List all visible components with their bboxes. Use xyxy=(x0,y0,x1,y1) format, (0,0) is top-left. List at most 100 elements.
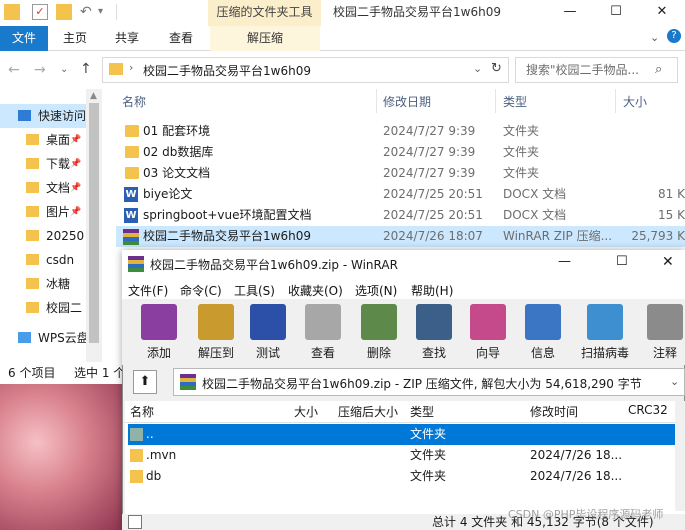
list-item[interactable]: .. 文件夹 xyxy=(128,424,685,445)
search-input[interactable]: 搜索"校园二手物品... xyxy=(515,57,678,83)
tab-file[interactable]: 文件 xyxy=(0,26,48,51)
sidebar-item[interactable]: csdn xyxy=(0,248,100,272)
sidebar-item[interactable]: WPS云盘 xyxy=(0,326,100,350)
file-type: DOCX 文档 xyxy=(503,208,567,222)
breadcrumb[interactable]: 校园二手物品交易平台1w6h09 xyxy=(143,62,311,79)
table-row[interactable]: 校园二手物品交易平台1w6h09 2024/7/26 18:07 WinRAR ZI… xyxy=(116,226,685,247)
table-row[interactable]: 02 db数据库 2024/7/27 9:39 文件夹 xyxy=(116,142,685,163)
desktop-wallpaper xyxy=(0,384,123,530)
winrar-icon xyxy=(128,256,144,272)
winrar-close-button[interactable]: ✕ xyxy=(662,254,674,270)
sidebar-item[interactable]: 冰糖 xyxy=(0,272,100,296)
sidebar-item[interactable]: 快速访问 xyxy=(0,104,100,128)
column-header-name[interactable]: 名称 xyxy=(122,93,146,110)
forward-arrow-icon[interactable]: → xyxy=(34,62,46,78)
column-header-type[interactable]: 类型 xyxy=(410,403,434,420)
column-header-packed[interactable]: 压缩后大小 xyxy=(338,403,398,420)
wizard-button[interactable]: 向导 xyxy=(463,302,513,362)
up-level-icon[interactable]: ⬆ xyxy=(133,370,157,394)
new-folder-icon[interactable] xyxy=(56,4,72,20)
chevron-down-icon[interactable]: ⌄ xyxy=(473,62,482,75)
sidebar-item[interactable]: 文档 📌 xyxy=(0,176,100,200)
table-row[interactable]: Wspringboot+vue环境配置文档 2024/7/25 20:51 DOCX… xyxy=(116,205,685,226)
refresh-icon[interactable]: ↻ xyxy=(491,61,502,76)
column-header-name[interactable]: 名称 xyxy=(130,403,154,420)
delete-button[interactable]: 删除 xyxy=(354,302,404,362)
column-header-date[interactable]: 修改日期 xyxy=(383,93,431,110)
menu-item[interactable]: 选项(N) xyxy=(355,282,397,299)
menu-item[interactable]: 文件(F) xyxy=(128,282,168,299)
undo-icon[interactable]: ↶ xyxy=(80,4,96,20)
archive-scrollbar[interactable] xyxy=(675,401,685,511)
sidebar-item[interactable]: 校园二 xyxy=(0,296,100,320)
menu-item[interactable]: 工具(S) xyxy=(234,282,275,299)
back-arrow-icon[interactable]: ← xyxy=(8,62,20,78)
menu-item[interactable]: 收藏夹(O) xyxy=(288,282,343,299)
up-arrow-icon[interactable]: ↑ xyxy=(80,61,92,77)
extract-to-button[interactable]: 解压到 xyxy=(191,302,241,362)
wizard-icon xyxy=(470,304,506,340)
test-button[interactable]: 测试 xyxy=(243,302,293,362)
find-icon xyxy=(416,304,452,340)
pin-icon: 📌 xyxy=(70,183,82,193)
tab-extract[interactable]: 解压缩 xyxy=(210,26,320,51)
folder-icon xyxy=(130,470,143,483)
tab-share[interactable]: 共享 xyxy=(115,26,139,51)
sidebar-item[interactable]: 桌面 📌 xyxy=(0,128,100,152)
drive-icon[interactable] xyxy=(128,515,142,529)
column-header-modified[interactable]: 修改时间 xyxy=(530,403,578,420)
winrar-minimize-button[interactable]: — xyxy=(558,254,571,269)
recent-chevron-icon[interactable]: ⌄ xyxy=(60,64,68,75)
add-icon xyxy=(141,304,177,340)
sidebar-item[interactable]: 下载 📌 xyxy=(0,152,100,176)
folder-icon xyxy=(109,63,123,75)
view-button[interactable]: 查看 xyxy=(298,302,348,362)
tool-label: 删除 xyxy=(366,346,391,360)
pin-icon: 📌 xyxy=(70,159,82,169)
tab-view[interactable]: 查看 xyxy=(169,26,193,51)
add-button[interactable]: 添加 xyxy=(134,302,184,362)
search-icon[interactable]: ⌕ xyxy=(655,62,662,77)
sidebar-item[interactable]: 20250 xyxy=(0,224,100,248)
chevron-down-icon[interactable]: ⌄ xyxy=(670,375,679,388)
winrar-path-bar[interactable]: 校园二手物品交易平台1w6h09.zip - ZIP 压缩文件, 解包大小为 5… xyxy=(173,368,685,396)
sidebar-item[interactable]: 图片 📌 xyxy=(0,200,100,224)
info-icon xyxy=(525,304,561,340)
file-name: 校园二手物品交易平台1w6h09 xyxy=(143,229,311,243)
window-title: 校园二手物品交易平台1w6h09 xyxy=(333,5,501,19)
scroll-up-icon[interactable]: ▲ xyxy=(90,91,97,101)
chevron-down-icon[interactable]: ▾ xyxy=(98,4,114,20)
address-bar[interactable]: › 校园二手物品交易平台1w6h09 ⌄ ↻ xyxy=(102,57,509,83)
column-header-type[interactable]: 类型 xyxy=(503,93,527,110)
tab-home[interactable]: 主页 xyxy=(63,26,87,51)
table-row[interactable]: Wbiye论文 2024/7/25 20:51 DOCX 文档 81 K xyxy=(116,184,685,205)
winrar-maximize-button[interactable]: ☐ xyxy=(616,254,628,269)
chevron-down-icon[interactable]: ⌄ xyxy=(650,31,659,44)
column-header-size[interactable]: 大小 xyxy=(294,403,318,420)
tool-label: 查找 xyxy=(421,346,446,360)
folder-icon xyxy=(125,146,139,158)
column-header-crc[interactable]: CRC32 xyxy=(628,403,668,417)
folder-icon xyxy=(130,449,143,462)
list-item[interactable]: db 文件夹 2024/7/26 18... xyxy=(128,466,685,487)
close-button[interactable]: ✕ xyxy=(639,0,685,26)
table-row[interactable]: 01 配套环境 2024/7/27 9:39 文件夹 xyxy=(116,121,685,142)
column-header-size[interactable]: 大小 xyxy=(623,93,647,110)
comment-button[interactable]: 注释 xyxy=(640,302,685,362)
table-row[interactable]: 03 论文文档 2024/7/27 9:39 文件夹 xyxy=(116,163,685,184)
virus-scan-button[interactable]: 扫描病毒 xyxy=(580,302,630,362)
minimize-button[interactable]: — xyxy=(547,0,593,26)
nav-scrollbar[interactable]: ▲ xyxy=(86,89,102,364)
properties-icon[interactable]: ✓ xyxy=(32,4,48,20)
list-item[interactable]: .mvn 文件夹 2024/7/26 18... xyxy=(128,445,685,466)
file-type: DOCX 文档 xyxy=(503,187,567,201)
menu-item[interactable]: 命令(C) xyxy=(180,282,222,299)
maximize-button[interactable]: ☐ xyxy=(593,0,639,26)
help-icon[interactable]: ? xyxy=(667,29,681,43)
info-button[interactable]: 信息 xyxy=(518,302,568,362)
scroll-thumb[interactable] xyxy=(89,103,99,343)
tool-label: 信息 xyxy=(530,346,555,360)
menu-item[interactable]: 帮助(H) xyxy=(411,282,453,299)
tab-compressed-tools[interactable]: 压缩的文件夹工具 xyxy=(208,0,321,26)
find-button[interactable]: 查找 xyxy=(409,302,459,362)
